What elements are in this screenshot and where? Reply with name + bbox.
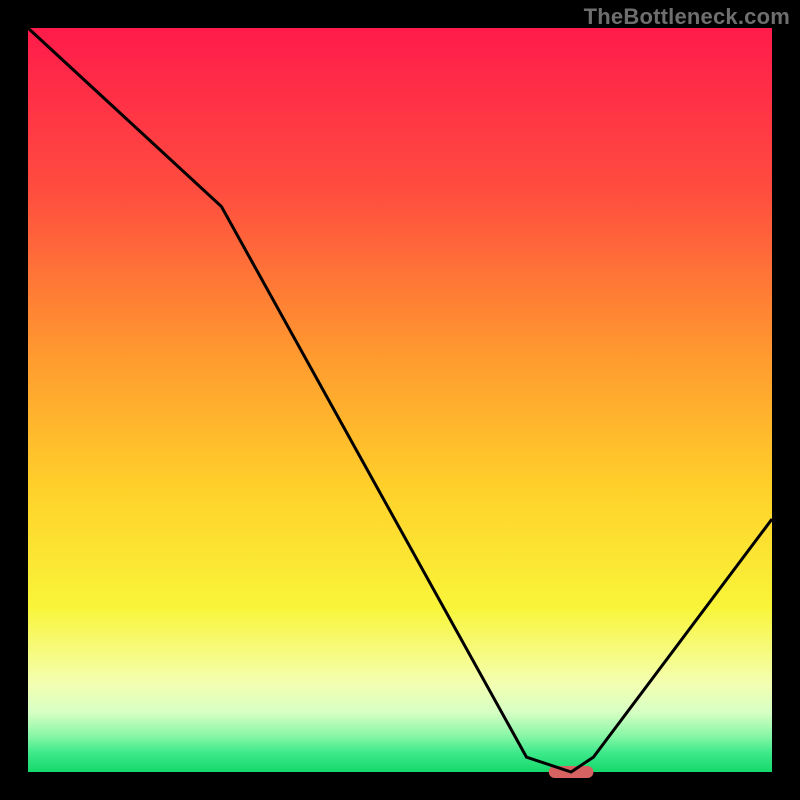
bottleneck-chart: [0, 0, 800, 800]
chart-frame: TheBottleneck.com: [0, 0, 800, 800]
plot-background: [28, 28, 772, 772]
watermark-label: TheBottleneck.com: [584, 4, 790, 30]
